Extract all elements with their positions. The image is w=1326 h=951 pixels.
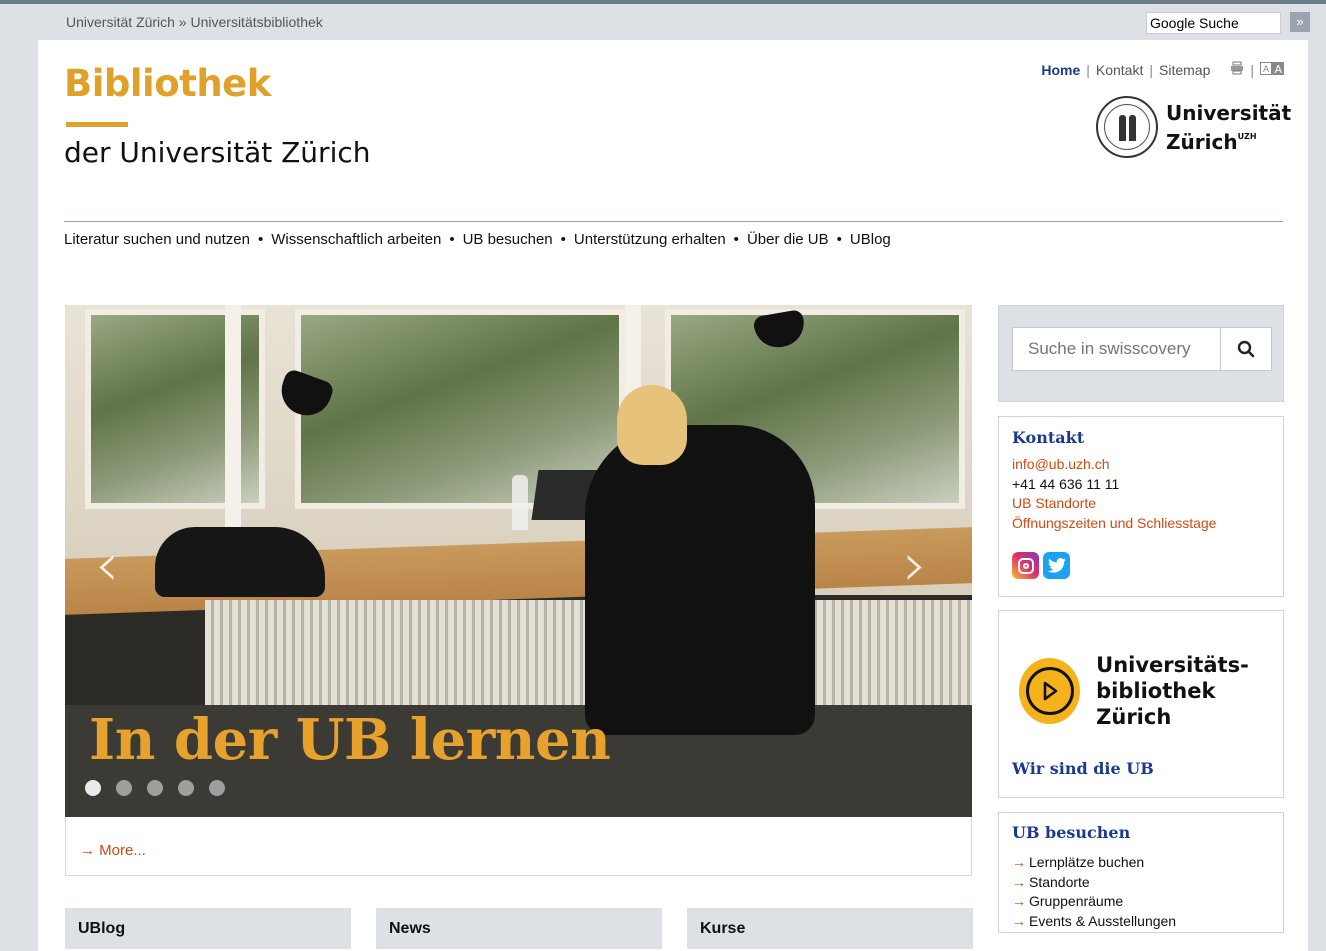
- email-link[interactable]: info@ub.uzh.ch: [1012, 455, 1216, 475]
- list-item-label: Gruppenräume: [1029, 893, 1124, 909]
- uzh-logo-line2: Zürich: [1166, 129, 1238, 154]
- column-title-ublog[interactable]: UBlog: [78, 920, 125, 938]
- font-size-icon[interactable]: AA: [1260, 61, 1284, 78]
- title-underline: [66, 122, 128, 127]
- phone-number: +41 44 636 11 11: [1012, 475, 1120, 492]
- nav-item-unterstuetzung[interactable]: Unterstützung erhalten: [574, 231, 726, 248]
- main-nav: Literatur suchen und nutzen • Wissenscha…: [64, 231, 891, 248]
- contact-title: Kontakt: [1012, 428, 1085, 447]
- uzh-seal-icon: [1096, 96, 1158, 158]
- twitter-icon[interactable]: [1043, 552, 1070, 579]
- site-title[interactable]: Bibliothek: [64, 62, 271, 105]
- visit-title[interactable]: UB besuchen: [1012, 823, 1130, 842]
- arrow-right-icon: →: [1012, 873, 1026, 890]
- swisscovery-search-input[interactable]: [1012, 327, 1221, 371]
- column-header-ublog: UBlog: [65, 908, 351, 951]
- separator: |: [1086, 61, 1090, 78]
- slide-caption[interactable]: In der UB lernen: [89, 707, 611, 773]
- column-header-news: News: [376, 908, 662, 951]
- visit-list: → Lernplätze buchen → Standorte → Gruppenrä…: [1012, 853, 1176, 931]
- nav-divider: [64, 221, 1283, 222]
- list-item[interactable]: → Lernplätze buchen: [1012, 853, 1176, 873]
- sitemap-link[interactable]: Sitemap: [1159, 62, 1210, 78]
- nav-item-wissenschaftlich[interactable]: Wissenschaftlich arbeiten: [271, 231, 441, 248]
- video-title-line1: Universitäts-: [1096, 653, 1249, 677]
- slider-dot[interactable]: [147, 780, 163, 796]
- chevron-right-icon[interactable]: ›: [903, 530, 927, 600]
- top-bar: Universität Zürich » Universitätsbibliot…: [0, 4, 1326, 40]
- print-icon[interactable]: [1230, 61, 1244, 78]
- backpack-shape: [155, 527, 325, 597]
- home-link[interactable]: Home: [1041, 62, 1080, 78]
- nav-item-literatur[interactable]: Literatur suchen und nutzen: [64, 231, 250, 248]
- site-subtitle[interactable]: der Universität Zürich: [64, 136, 370, 169]
- nav-separator: •: [733, 231, 739, 248]
- video-link[interactable]: Wir sind die UB: [1012, 759, 1154, 778]
- nav-item-ublog[interactable]: UBlog: [850, 231, 891, 248]
- hero-slider[interactable]: ‹ › In der UB lernen: [65, 305, 972, 817]
- slider-dots: [85, 780, 225, 796]
- list-item[interactable]: → Standorte: [1012, 873, 1176, 893]
- separator: |: [1149, 61, 1153, 78]
- video-box: Universitäts- bibliothek Zürich Wir sind…: [998, 610, 1284, 798]
- nav-separator: •: [560, 231, 566, 248]
- person-shape: [585, 425, 815, 735]
- svg-text:A: A: [1275, 63, 1283, 75]
- column-title-kurse[interactable]: Kurse: [700, 920, 745, 938]
- list-item[interactable]: → Gruppenräume: [1012, 892, 1176, 912]
- visit-box: UB besuchen → Lernplätze buchen → Standort…: [998, 812, 1284, 933]
- slider-dot[interactable]: [85, 780, 101, 796]
- social-links: [1012, 552, 1070, 579]
- google-search-button[interactable]: »: [1290, 12, 1310, 32]
- arrow-right-icon: →: [1012, 912, 1026, 929]
- column-title-news[interactable]: News: [389, 920, 431, 938]
- uzh-logo-line1: Universität: [1166, 100, 1292, 125]
- utility-links: Home | Kontakt | Sitemap | AA: [1041, 61, 1284, 78]
- person-head-shape: [617, 385, 687, 465]
- breadcrumb[interactable]: Universität Zürich » Universitätsbibliot…: [66, 14, 323, 30]
- arrow-right-icon: →: [1012, 854, 1026, 870]
- video-title-line2: bibliothek Zürich: [1096, 679, 1216, 729]
- nav-item-ub-besuchen[interactable]: UB besuchen: [463, 231, 553, 248]
- instagram-icon[interactable]: [1012, 552, 1039, 579]
- list-item-label: Lernplätze buchen: [1029, 854, 1145, 870]
- search-button[interactable]: [1220, 327, 1272, 371]
- hours-link[interactable]: Öffnungszeiten und Schliesstage: [1012, 514, 1216, 534]
- swisscovery-search-box: [998, 305, 1284, 402]
- nav-separator: •: [449, 231, 455, 248]
- list-item[interactable]: → Events & Ausstellungen: [1012, 912, 1176, 932]
- nav-separator: •: [836, 231, 842, 248]
- nav-item-ueber[interactable]: Über die UB: [747, 231, 829, 248]
- chevron-left-icon[interactable]: ‹: [95, 530, 119, 600]
- video-title: Universitäts- bibliothek Zürich: [1096, 652, 1283, 730]
- contact-lines: info@ub.uzh.ch +41 44 636 11 11 UB Stand…: [1012, 455, 1216, 533]
- search-icon: [1237, 340, 1255, 358]
- svg-text:A: A: [1263, 65, 1270, 75]
- slider-dot[interactable]: [178, 780, 194, 796]
- column-header-kurse: Kurse: [687, 908, 973, 951]
- uzh-logo-sup: UZH: [1237, 131, 1257, 141]
- more-link[interactable]: → More...: [80, 842, 146, 859]
- video-teaser[interactable]: Universitäts- bibliothek Zürich: [1019, 652, 1283, 730]
- slider-dot[interactable]: [209, 780, 225, 796]
- google-search-input[interactable]: [1146, 12, 1281, 34]
- locations-link[interactable]: UB Standorte: [1012, 494, 1216, 514]
- list-item-label: Events & Ausstellungen: [1029, 912, 1177, 929]
- play-icon: [1019, 658, 1081, 724]
- page-container: Bibliothek der Universität Zürich Home |…: [38, 40, 1308, 951]
- uzh-logo[interactable]: Universität ZürichUZH: [1096, 96, 1291, 158]
- uzh-logo-text: Universität ZürichUZH: [1166, 101, 1291, 154]
- contact-link[interactable]: Kontakt: [1096, 62, 1143, 78]
- nav-separator: •: [257, 231, 264, 248]
- arrow-right-icon: →: [1012, 893, 1026, 909]
- slider-more-box: → More...: [65, 817, 972, 876]
- contact-box: Kontakt info@ub.uzh.ch +41 44 636 11 11 …: [998, 416, 1284, 597]
- list-item-label: Standorte: [1029, 873, 1090, 890]
- separator: |: [1250, 61, 1254, 78]
- bottle-shape: [512, 475, 528, 530]
- slider-dot[interactable]: [116, 780, 132, 796]
